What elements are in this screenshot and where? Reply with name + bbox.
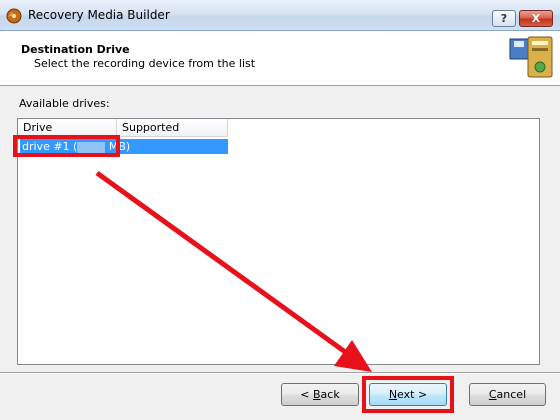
back-button[interactable]: < Back: [281, 383, 359, 406]
next-highlight-box: [362, 376, 454, 413]
cancel-button[interactable]: Cancel: [469, 383, 546, 406]
button-divider: [0, 372, 560, 374]
annotation-arrow: [95, 170, 372, 372]
